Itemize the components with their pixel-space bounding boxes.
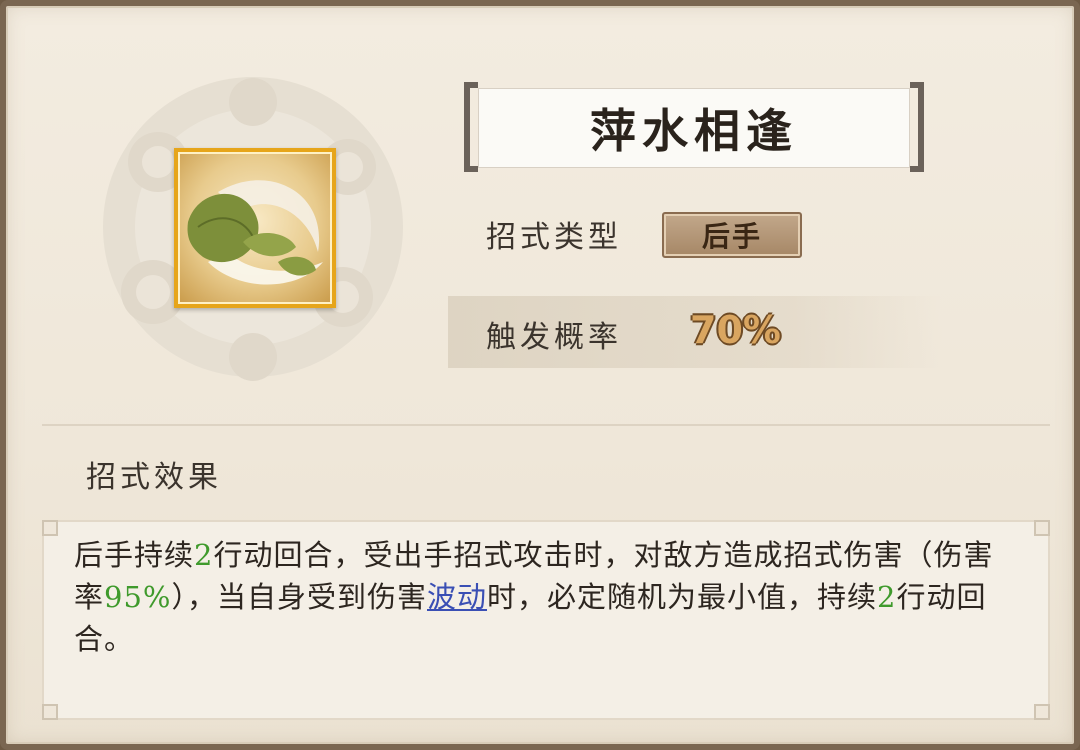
title-bracket-right — [910, 82, 924, 172]
title-plate-inner: 萍水相逢 — [478, 88, 910, 168]
effect-number: 2 — [194, 538, 214, 572]
skill-detail-panel: 萍水相逢 招式类型 后手 触发概率 70% 招式效果 后手持续2行动回合，受出手… — [0, 0, 1080, 750]
effect-number: 2 — [877, 580, 897, 614]
skill-title-plate: 萍水相逢 — [464, 82, 924, 172]
effect-text-segment: 时，必定随机为最小值，持续 — [487, 580, 878, 614]
trigger-rate-value: 70% — [690, 308, 781, 352]
skill-type-label: 招式类型 — [486, 220, 622, 255]
trigger-rate-label: 触发概率 — [486, 320, 622, 355]
leaf-wind-icon — [174, 148, 336, 308]
skill-type-badge: 后手 — [662, 212, 802, 258]
effect-number: 95% — [104, 580, 172, 614]
box-corner-ornament — [1034, 704, 1050, 720]
box-corner-ornament — [42, 704, 58, 720]
title-bracket-left — [464, 82, 478, 172]
effect-text-segment: ），当自身受到伤害 — [171, 580, 427, 614]
fluctuation-term-link[interactable]: 波动 — [427, 580, 487, 614]
effect-description: 后手持续2行动回合，受出手招式攻击时，对敌方造成招式伤害（伤害率95%），当自身… — [74, 534, 1014, 660]
effect-heading: 招式效果 — [86, 460, 222, 495]
skill-name: 萍水相逢 — [590, 104, 798, 158]
effect-text-segment: 后手持续 — [74, 538, 195, 572]
section-divider — [42, 424, 1050, 426]
box-corner-ornament — [42, 520, 58, 536]
box-corner-ornament — [1034, 520, 1050, 536]
skill-type-value: 后手 — [701, 220, 762, 253]
